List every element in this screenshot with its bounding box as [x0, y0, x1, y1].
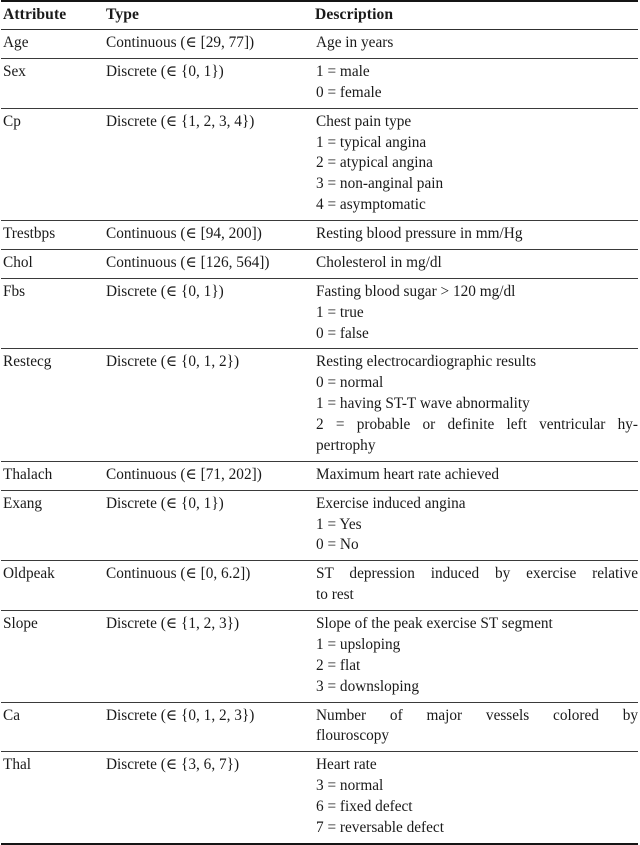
cell-attribute: Age [1, 29, 104, 59]
cell-description: Cholesterol in mg/dl [313, 248, 638, 279]
description-line: Exercise induced angina [316, 494, 466, 512]
table-row: Thalach Continuous (∈ [71, 202]) Maximum h… [1, 460, 638, 491]
cell-type: Discrete (∈ {1, 2, 3}) [104, 610, 313, 702]
cell-description: Slope of the peak exercise ST segment 1 =… [313, 610, 638, 702]
cell-attribute: Thal [1, 751, 104, 845]
description-line: 0 = female [316, 83, 382, 101]
description-line: 3 = non-anginal pain [316, 175, 444, 193]
cell-type: Discrete (∈ {0, 1}) [104, 489, 313, 561]
table-row: Thal Discrete (∈ {3, 6, 7}) Heart rate 3 = … [1, 751, 638, 845]
table-row: Exang Discrete (∈ {0, 1}) Exercise induced… [1, 489, 638, 561]
description-line: 0 = false [316, 324, 369, 342]
description-line: Slope of the peak exercise ST segment [316, 615, 553, 632]
cell-description: Maximum heart rate achieved [313, 460, 638, 491]
table-row: Slope Discrete (∈ {1, 2, 3}) Slope of the … [1, 610, 638, 702]
description-line: 1 = male [316, 62, 370, 80]
cell-attribute: Exang [1, 489, 104, 561]
description-line: 1 = having ST-T wave abnormality [316, 395, 530, 413]
table-row: Chol Continuous (∈ [126, 564]) Cholesterol… [1, 248, 638, 279]
attribute-description-table: Attribute Type Description Age Continuous… [1, 0, 638, 845]
cell-type: Discrete (∈ {1, 2, 3, 4}) [104, 107, 313, 221]
description-line: 0 = No [316, 536, 359, 554]
cell-description: Number of major vessels colored by flouro… [313, 701, 638, 752]
cell-description: Exercise induced angina 1 = Yes 0 = No [313, 489, 638, 561]
cell-description: ST depression induced by exercise relati… [313, 560, 638, 611]
cell-type: Discrete (∈ {0, 1}) [104, 57, 313, 109]
cell-attribute: Restecg [1, 348, 104, 462]
description-line: Number of major vessels colored by [316, 706, 638, 724]
table-row: Ca Discrete (∈ {0, 1, 2, 3}) Number of maj… [1, 701, 638, 752]
description-line: 3 = downsloping [316, 677, 419, 695]
cell-type: Discrete (∈ {3, 6, 7}) [104, 751, 313, 845]
cell-attribute: Cp [1, 107, 104, 221]
description-line: Maximum heart rate achieved [316, 465, 500, 483]
description-line: Cholesterol in mg/dl [316, 253, 442, 271]
cell-description: Age in years [313, 29, 638, 59]
description-line: Age in years [316, 34, 394, 51]
description-line: 3 = normal [316, 777, 384, 795]
description-line: 1 = upsloping [316, 635, 401, 653]
description-line: flouroscopy [316, 727, 390, 745]
cell-type: Discrete (∈ {0, 1, 2}) [104, 348, 313, 462]
description-line: 2 = atypical angina [316, 154, 433, 172]
cell-attribute: Trestbps [1, 220, 104, 250]
cell-description: Heart rate 3 = normal 6 = fixed defect 7 = … [313, 751, 638, 845]
cell-type: Continuous (∈ [94, 200]) [104, 220, 313, 250]
column-header-attribute: Attribute [1, 0, 104, 30]
cell-description: Fasting blood sugar > 120 mg/dl 1 = true 0… [313, 277, 638, 349]
cell-type: Continuous (∈ [71, 202]) [104, 460, 313, 491]
cell-description: Chest pain type 1 = typical angina 2 = aty… [313, 107, 638, 221]
table-row: Sex Discrete (∈ {0, 1}) 1 = male 0 = female [1, 57, 638, 109]
description-line: 4 = asymptomatic [316, 196, 426, 214]
description-line: ST depression induced by exercise relati… [316, 565, 638, 583]
description-line: 7 = reversable defect [316, 818, 444, 836]
table-body: Age Continuous (∈ [29, 77]) Age in years Se… [1, 29, 638, 845]
attribute-table-container: Attribute Type Description Age Continuous… [0, 0, 640, 845]
table-row: Age Continuous (∈ [29, 77]) Age in years [1, 29, 638, 59]
cell-description: Resting blood pressure in mm/Hg [313, 220, 638, 250]
table-row: Fbs Discrete (∈ {0, 1}) Fasting blood suga… [1, 277, 638, 349]
cell-description: 1 = male 0 = female [313, 57, 638, 109]
cell-attribute: Oldpeak [1, 560, 104, 611]
description-line: 0 = normal [316, 374, 384, 392]
description-line: 2 = probable or definite left ventricula… [316, 416, 638, 433]
description-line: Fasting blood sugar > 120 mg/dl [316, 282, 516, 300]
description-line: Chest pain type [316, 112, 412, 130]
cell-type: Continuous (∈ [0, 6.2]) [104, 560, 313, 611]
cell-description: Resting electrocardiographic results 0 = … [313, 348, 638, 462]
cell-attribute: Chol [1, 248, 104, 279]
description-line: 1 = typical angina [316, 133, 427, 151]
column-header-type: Type [104, 0, 313, 30]
description-line: Heart rate [316, 756, 377, 774]
cell-attribute: Sex [1, 57, 104, 109]
description-line: 1 = Yes [316, 515, 362, 533]
table-row: Oldpeak Continuous (∈ [0, 6.2]) ST depress… [1, 560, 638, 611]
cell-type: Continuous (∈ [29, 77]) [104, 29, 313, 59]
cell-attribute: Ca [1, 701, 104, 752]
description-line: to rest [316, 586, 354, 604]
column-header-description: Description [313, 0, 638, 30]
description-line: 1 = true [316, 303, 364, 321]
cell-attribute: Fbs [1, 277, 104, 349]
description-line: 2 = flat [316, 656, 361, 674]
table-row: Trestbps Continuous (∈ [94, 200]) Resting … [1, 220, 638, 250]
cell-attribute: Thalach [1, 460, 104, 491]
cell-type: Discrete (∈ {0, 1, 2, 3}) [104, 701, 313, 752]
description-line: 6 = fixed defect [316, 798, 413, 815]
cell-attribute: Slope [1, 610, 104, 702]
table-row: Restecg Discrete (∈ {0, 1, 2}) Resting ele… [1, 348, 638, 462]
table-row: Cp Discrete (∈ {1, 2, 3, 4}) Chest pain ty… [1, 107, 638, 221]
table-header: Attribute Type Description [1, 0, 638, 30]
description-line: Resting electrocardiographic results [316, 353, 537, 371]
cell-type: Discrete (∈ {0, 1}) [104, 277, 313, 349]
cell-type: Continuous (∈ [126, 564]) [104, 248, 313, 279]
description-line: pertrophy [316, 436, 376, 454]
description-line: Resting blood pressure in mm/Hg [316, 225, 523, 242]
